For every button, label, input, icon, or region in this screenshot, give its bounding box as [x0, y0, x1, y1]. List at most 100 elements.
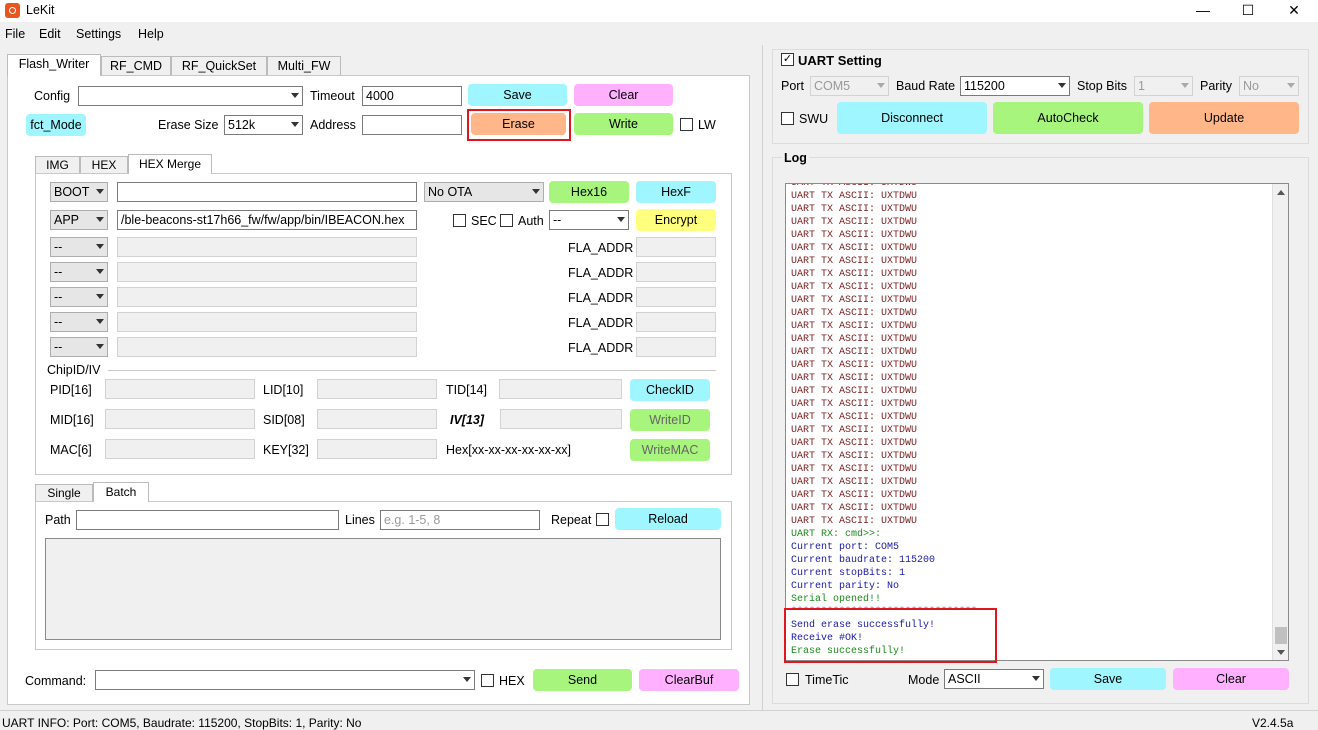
slot-combo[interactable]: -- [50, 312, 108, 332]
timetic-label: TimeTic [805, 673, 849, 687]
config-combo[interactable] [78, 86, 303, 106]
slot-combo[interactable]: -- [50, 262, 108, 282]
update-button[interactable]: Update [1149, 102, 1299, 134]
menu-edit[interactable]: Edit [39, 27, 61, 41]
log-scrollbar[interactable] [1272, 184, 1288, 660]
clearbuf-button[interactable]: ClearBuf [639, 669, 739, 691]
chevron-down-icon [96, 294, 104, 299]
clear-button[interactable]: Clear [574, 84, 673, 106]
maximize-button[interactable]: ☐ [1225, 0, 1271, 22]
lines-input[interactable]: e.g. 1-5, 8 [380, 510, 540, 530]
pid-input[interactable] [105, 379, 255, 399]
writemac-button[interactable]: WriteMAC [630, 439, 710, 461]
slot-combo[interactable]: -- [50, 337, 108, 357]
repeat-checkbox[interactable] [596, 513, 609, 526]
fla-addr-input[interactable] [636, 312, 716, 332]
ota-combo[interactable]: No OTA [424, 182, 544, 202]
menu-settings[interactable]: Settings [76, 27, 121, 41]
log-line-parity: Current parity: No [791, 581, 900, 592]
tab-flash-writer[interactable]: Flash_Writer [7, 54, 101, 76]
minimize-button[interactable]: — [1180, 0, 1226, 22]
stop-bits-combo[interactable]: 1 [1134, 76, 1193, 96]
scroll-thumb[interactable] [1275, 627, 1287, 644]
write-button[interactable]: Write [574, 113, 673, 135]
auth-combo[interactable]: -- [549, 210, 629, 230]
uart-setting-checkbox[interactable]: ✓ [781, 53, 794, 66]
slot-path-input[interactable] [117, 262, 417, 282]
writeid-button[interactable]: WriteID [630, 409, 710, 431]
fla-addr-input[interactable] [636, 237, 716, 257]
lid-input[interactable] [317, 379, 437, 399]
pane-divider[interactable] [762, 45, 763, 710]
autocheck-button[interactable]: AutoCheck [993, 102, 1143, 134]
fla-addr-input[interactable] [636, 287, 716, 307]
hex-checkbox[interactable] [481, 674, 494, 687]
sid-input[interactable] [317, 409, 437, 429]
scroll-down-icon[interactable] [1277, 650, 1285, 655]
tab-single[interactable]: Single [35, 484, 93, 502]
tab-batch[interactable]: Batch [93, 482, 149, 502]
app-path-input[interactable]: /ble-beacons-st17h66_fw/fw/app/bin/IBEAC… [117, 210, 417, 230]
tab-rf-cmd[interactable]: RF_CMD [101, 56, 171, 76]
log-view[interactable]: UART TX ASCII: UXTDWU UART TX ASCII: UXTD… [785, 183, 1289, 661]
iv-label: IV[13] [450, 413, 485, 427]
timeout-input[interactable]: 4000 [362, 86, 462, 106]
mode-combo[interactable]: ASCII [944, 669, 1044, 689]
timetic-checkbox[interactable] [786, 673, 799, 686]
tid-input[interactable] [499, 379, 622, 399]
slot-combo[interactable]: -- [50, 237, 108, 257]
slot-path-input[interactable] [117, 237, 417, 257]
baud-rate-combo[interactable]: 115200 [960, 76, 1070, 96]
tab-hex-merge[interactable]: HEX Merge [128, 154, 212, 174]
tab-multi-fw[interactable]: Multi_FW [267, 56, 341, 76]
encrypt-button[interactable]: Encrypt [636, 209, 716, 231]
port-combo[interactable]: COM5 [810, 76, 889, 96]
send-button[interactable]: Send [533, 669, 632, 691]
hexf-button[interactable]: HexF [636, 181, 716, 203]
parity-combo[interactable]: No [1239, 76, 1299, 96]
tab-hex[interactable]: HEX [80, 156, 128, 174]
erase-size-combo[interactable]: 512k [224, 115, 303, 135]
disconnect-button[interactable]: Disconnect [837, 102, 987, 134]
log-save-button[interactable]: Save [1050, 668, 1166, 690]
auth-checkbox[interactable] [500, 214, 513, 227]
menu-file[interactable]: File [5, 27, 25, 41]
batch-list[interactable] [45, 538, 721, 640]
reload-button[interactable]: Reload [615, 508, 721, 530]
log-line-tx: UART TX ASCII: UXTDWU [791, 295, 918, 306]
fla-addr-input[interactable] [636, 262, 716, 282]
key-label: KEY[32] [263, 443, 309, 457]
boot-combo[interactable]: BOOT [50, 182, 108, 202]
mac-input[interactable] [105, 439, 255, 459]
save-button[interactable]: Save [468, 84, 567, 106]
fct-mode-button[interactable]: fct_Mode [26, 114, 86, 136]
close-button[interactable]: ✕ [1271, 0, 1317, 22]
path-label: Path [45, 513, 71, 527]
checkid-button[interactable]: CheckID [630, 379, 710, 401]
menu-help[interactable]: Help [138, 27, 164, 41]
path-input[interactable] [76, 510, 339, 530]
slot-path-input[interactable] [117, 337, 417, 357]
log-clear-button[interactable]: Clear [1173, 668, 1289, 690]
lw-checkbox[interactable] [680, 118, 693, 131]
slot-path-input[interactable] [117, 312, 417, 332]
swu-checkbox[interactable] [781, 112, 794, 125]
erase-log-highlight-box [784, 608, 997, 663]
fla-addr-input[interactable] [636, 337, 716, 357]
app-combo[interactable]: APP [50, 210, 108, 230]
boot-path-input[interactable] [117, 182, 417, 202]
command-combo[interactable] [95, 670, 475, 690]
key-input[interactable] [317, 439, 437, 459]
slot-combo[interactable]: -- [50, 287, 108, 307]
hex16-button[interactable]: Hex16 [549, 181, 629, 203]
tab-rf-quickset[interactable]: RF_QuickSet [171, 56, 267, 76]
address-input[interactable] [362, 115, 462, 135]
tab-img[interactable]: IMG [35, 156, 80, 174]
chevron-down-icon [96, 244, 104, 249]
iv-input[interactable] [500, 409, 622, 429]
chevron-down-icon [1181, 83, 1189, 88]
scroll-up-icon[interactable] [1277, 190, 1285, 195]
mid-input[interactable] [105, 409, 255, 429]
sec-checkbox[interactable] [453, 214, 466, 227]
slot-path-input[interactable] [117, 287, 417, 307]
